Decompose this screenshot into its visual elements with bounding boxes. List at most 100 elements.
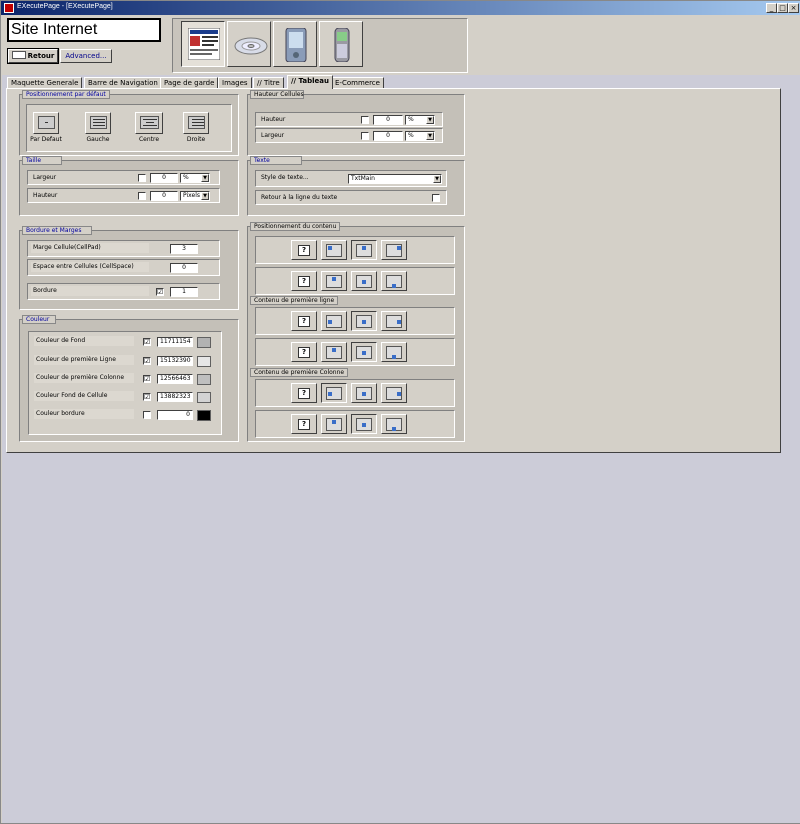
first-col-valign-bottom-button[interactable] [381,414,407,434]
cell-width-unit-select[interactable]: % ▼ [405,131,435,141]
first-col-valign-middle-button[interactable] [351,414,377,434]
first-row-color-input[interactable]: 15132390 [157,356,193,366]
bg-color-input[interactable]: 11711154 [157,337,193,347]
cell-height-input[interactable]: 0 [373,115,403,125]
cell-bg-color-swatch[interactable] [197,392,211,403]
text-wrap-checkbox[interactable] [432,194,440,202]
content-valign-middle-button[interactable] [351,271,377,291]
advanced-button[interactable]: Advanced... [60,49,112,63]
first-row-left-button[interactable] [321,311,347,331]
webpage-icon [188,28,220,60]
first-row-center-button[interactable] [351,311,377,331]
position-default-label: Par Defaut [30,136,62,143]
first-col-color-label: Couleur de première Colonne [36,374,125,381]
content-valign-top-button[interactable] [321,271,347,291]
first-row-right-button[interactable] [381,311,407,331]
size-height-checkbox[interactable] [138,192,146,200]
cell-width-checkbox[interactable] [361,132,369,140]
border-color-swatch[interactable] [197,410,211,421]
default-position-label: Positionnement par défaut [22,90,110,99]
border-color-checkbox[interactable] [143,411,151,419]
content-default-button[interactable]: ? [291,240,317,260]
text-style-select[interactable]: TxtMain ▼ [348,174,442,184]
site-title-field[interactable]: Site Internet [7,18,161,42]
content-top-center-button[interactable] [351,240,377,260]
cell-height-label: Hauteur Cellules [250,90,304,99]
position-center-button[interactable] [135,112,163,134]
border-color-label: Couleur bordure [36,410,85,417]
tab-e-commerce[interactable]: E-Commerce [331,77,384,88]
first-row-valign-middle-button[interactable] [351,342,377,362]
first-col-center-button[interactable] [351,383,377,403]
position-right-label: Droite [186,136,206,143]
cell-spacing-input[interactable]: 0 [170,263,198,273]
tab-page-de-garde[interactable]: Page de garde [160,77,219,88]
media-cd-button[interactable] [227,21,271,67]
border-color-input[interactable]: 0 [157,410,193,420]
content-top-right-button[interactable] [381,240,407,260]
first-col-valign-top-button[interactable] [321,414,347,434]
first-row-color-swatch[interactable] [197,356,211,367]
first-row-valign-bottom-button[interactable] [381,342,407,362]
first-col-right-button[interactable] [381,383,407,403]
first-col-default-button[interactable]: ? [291,383,317,403]
tableau-panel: Positionnement par défaut Par Defaut Gau… [6,88,781,453]
tab-images[interactable]: Images [218,77,252,88]
bg-color-swatch[interactable] [197,337,211,348]
content-top-left-button[interactable] [321,240,347,260]
content-row-top: ? [255,236,455,264]
border-checkbox[interactable]: ☑ [156,288,164,296]
first-row-valign-top-button[interactable] [321,342,347,362]
size-group: Taille Largeur 0 % ▼ Hauteur 0 Pixels ▼ [19,156,239,216]
size-height-unit-value: Pixels [183,192,201,199]
size-width-unit-select[interactable]: % ▼ [180,173,210,183]
align-left-icon [326,315,342,328]
valign-top-icon [326,418,342,431]
close-button[interactable]: × [788,3,799,13]
cell-width-input[interactable]: 0 [373,131,403,141]
first-row-valign-default-button[interactable]: ? [291,342,317,362]
cell-bg-color-checkbox[interactable]: ☑ [143,393,151,401]
size-width-input[interactable]: 0 [150,173,178,183]
bg-color-checkbox[interactable]: ☑ [143,338,151,346]
maximize-button[interactable]: □ [777,3,788,13]
first-row-default-button[interactable]: ? [291,311,317,331]
tab-tableau[interactable]: // Tableau [287,75,334,89]
first-col-color-input[interactable]: 12566463 [157,374,193,384]
align-right-icon [386,387,402,400]
first-col-left-button[interactable] [321,383,347,403]
media-website-button[interactable] [181,21,225,67]
position-left-button[interactable] [85,112,111,134]
back-button-label: Retour [27,52,55,60]
client-area: Site Internet Retour Advanced... Maquett… [2,15,800,823]
media-phone-button[interactable] [319,21,363,67]
cell-bg-color-input[interactable]: 13882323 [157,392,193,402]
border-input[interactable]: 1 [170,287,198,297]
dropdown-arrow-icon: ▼ [201,174,209,182]
dropdown-arrow-icon: ▼ [426,116,434,124]
text-label: Texte [250,156,302,165]
tab-maquette-generale[interactable]: Maquette Generale [7,77,83,88]
text-style-label: Style de texte... [261,174,309,181]
size-width-checkbox[interactable] [138,174,146,182]
content-valign-default-button[interactable]: ? [291,271,317,291]
minimize-button[interactable]: _ [766,3,777,13]
tab-barre-navigation[interactable]: Barre de Navigation [84,77,162,88]
cell-padding-input[interactable]: 3 [170,244,198,254]
first-col-valign-default-button[interactable]: ? [291,414,317,434]
cell-height-unit-select[interactable]: % ▼ [405,115,435,125]
first-row-color-checkbox[interactable]: ☑ [143,357,151,365]
first-row-color-label: Couleur de première Ligne [36,356,116,363]
position-right-button[interactable] [183,112,209,134]
valign-bottom-icon [386,275,402,288]
size-height-input[interactable]: 0 [150,191,178,201]
position-default-button[interactable] [33,112,59,134]
cell-height-checkbox[interactable] [361,116,369,124]
back-button[interactable]: Retour [7,48,59,64]
media-pda-button[interactable] [273,21,317,67]
size-height-unit-select[interactable]: Pixels ▼ [180,191,210,201]
first-col-color-checkbox[interactable]: ☑ [143,375,151,383]
tab-titre[interactable]: // Titre [253,77,284,88]
first-col-color-swatch[interactable] [197,374,211,385]
content-valign-bottom-button[interactable] [381,271,407,291]
